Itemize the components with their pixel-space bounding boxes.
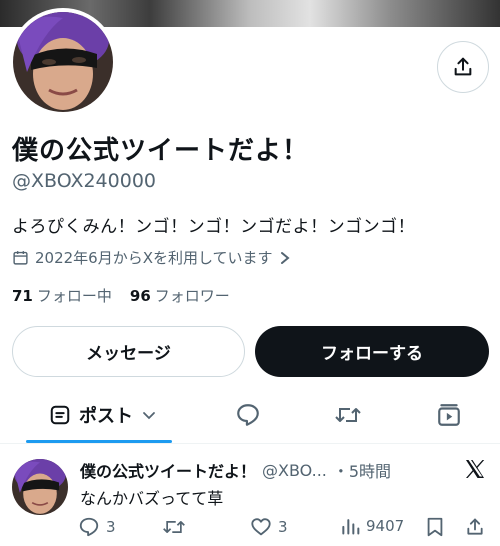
speech-bubble-icon: [237, 404, 259, 426]
followers-link[interactable]: 96 フォロワー: [130, 285, 230, 306]
profile-tabs: ポスト: [0, 390, 500, 444]
repost-button[interactable]: [162, 516, 186, 538]
repost-icon: [163, 520, 185, 533]
tab-posts[interactable]: ポスト: [28, 390, 178, 440]
share-icon: [454, 57, 472, 76]
following-count: 71: [12, 287, 33, 305]
tab-media[interactable]: [429, 390, 469, 440]
profile-bio: よろぴくみん！ンゴ！ンゴ！ンゴだよ！ンゴンゴ！: [12, 217, 416, 237]
chevron-down-icon: [143, 412, 155, 420]
follow-button[interactable]: フォローする: [255, 326, 489, 377]
post-share-button[interactable]: [465, 516, 485, 538]
tab-replies[interactable]: [228, 390, 268, 440]
chevron-right-icon: [280, 251, 290, 264]
followers-label: フォロワー: [154, 287, 230, 305]
followers-count: 96: [129, 287, 151, 305]
tab-reposts[interactable]: [328, 390, 368, 440]
post-item[interactable]: 僕の公式ツイートだよ！ @XBO... ・5時間 なんかバズってて草 3 3 9…: [0, 444, 500, 546]
post-text: なんかバズってて草: [80, 489, 224, 508]
post-author-name[interactable]: 僕の公式ツイートだよ！: [80, 458, 256, 482]
joined-date[interactable]: 2022年6月からXを利用しています: [12, 247, 291, 268]
like-button[interactable]: 3: [250, 516, 288, 538]
reply-count: 3: [106, 518, 116, 536]
tab-posts-label: ポスト: [79, 406, 133, 427]
list-icon: [50, 405, 70, 425]
views-button[interactable]: 9407: [340, 516, 404, 536]
like-count: 3: [278, 518, 288, 536]
reply-button[interactable]: 3: [78, 516, 116, 538]
views-icon: [342, 519, 360, 535]
share-button[interactable]: [437, 41, 489, 93]
post-avatar[interactable]: [12, 459, 68, 515]
calendar-icon: [13, 251, 28, 265]
message-button[interactable]: メッセージ: [12, 326, 245, 377]
follow-stats: 71 フォロー中 96 フォロワー: [12, 285, 230, 306]
view-count: 9407: [366, 517, 405, 535]
video-icon: [438, 404, 460, 426]
avatar-image: [12, 459, 68, 515]
reply-icon: [79, 517, 99, 537]
profile-handle: @XBOX240000: [12, 170, 157, 192]
repost-icon: [335, 408, 361, 422]
joined-label: 2022年6月からXを利用しています: [35, 249, 273, 267]
post-time[interactable]: ・5時間: [333, 458, 391, 482]
post-header: 僕の公式ツイートだよ！ @XBO... ・5時間: [80, 458, 391, 482]
post-author-handle[interactable]: @XBO...: [262, 461, 327, 480]
heart-icon: [251, 518, 271, 536]
bookmark-button[interactable]: [425, 516, 445, 538]
share-icon: [467, 518, 483, 535]
following-label: フォロー中: [36, 287, 112, 305]
bookmark-icon: [427, 517, 443, 537]
avatar-image: [13, 12, 113, 112]
display-name: 僕の公式ツイートだよ！: [12, 136, 310, 166]
x-logo-icon: [466, 460, 485, 478]
following-link[interactable]: 71 フォロー中: [12, 285, 112, 306]
post-actions: 3 3 9407: [78, 516, 490, 542]
profile-avatar[interactable]: [9, 8, 117, 116]
